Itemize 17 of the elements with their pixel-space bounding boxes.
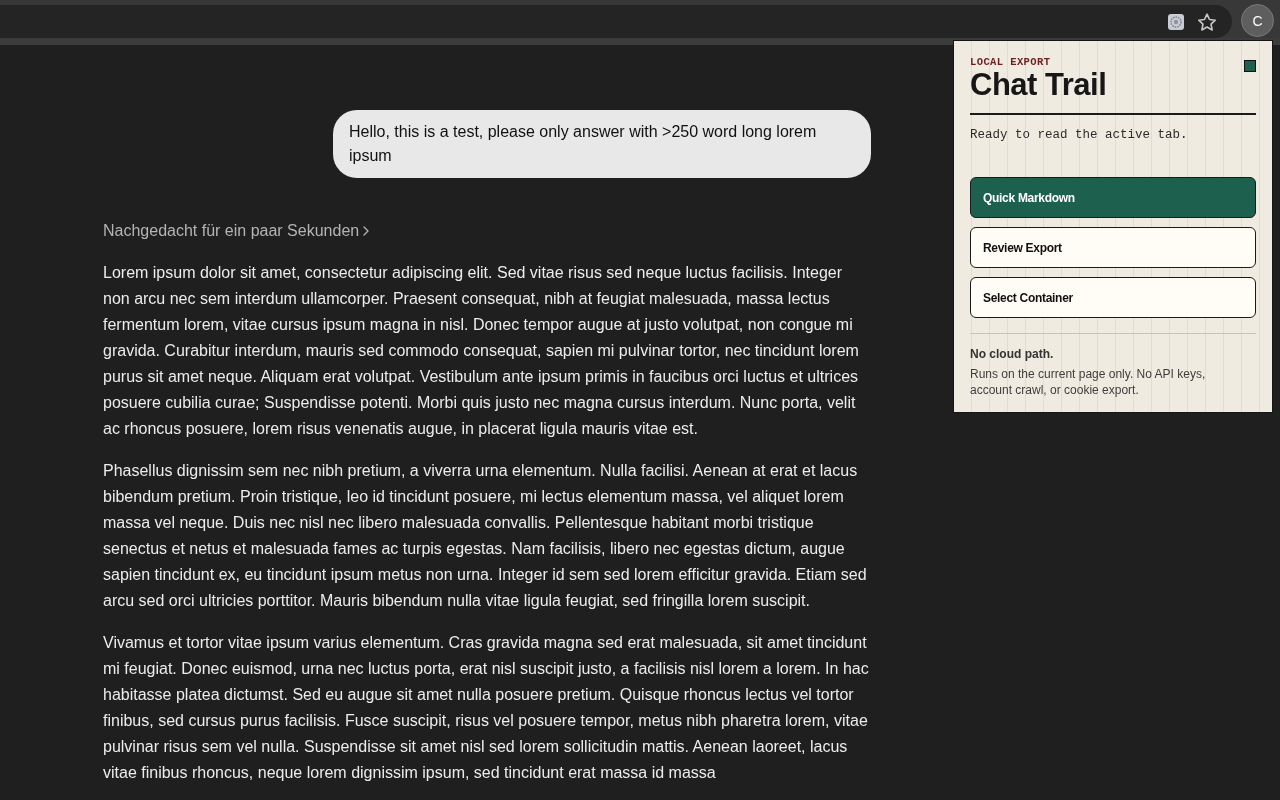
square-icon (1244, 60, 1256, 72)
user-message: Hello, this is a test, please only answer with >250 word long lorem ipsum (333, 110, 871, 178)
chevron-right-icon (363, 226, 370, 236)
answer-paragraph: Phasellus dignissim sem nec nibh pretium, a viverra urna elementum. Nulla facilisi. Aenean at erat et lacus bibendum pretium. Proin tristique, leo id tincidunt posuere, mi lectus elementum massa, vel aliquet lorem massa vel neque. Duis nec nisl nec libero malesuada convallis. Pellentesque habitant morbi tristique senectus et netus et malesuada fames ac turpis egestas. Nam facilisis, libero nec egestas dictum, augue sapien tincidunt ex, eu tincidunt ipsum metus non urna. Integer id sem sed lorem efficitur gravida. Etiam sed arcu sed orci ultricies porttitor. Mauris bibendum nulla vitae ligula feugiat, sed fringilla lorem suscipit. (103, 461, 868, 611)
action-button[interactable]: Quick Markdown (970, 177, 1256, 218)
eyebrow-label: LOCAL EXPORT (970, 55, 1052, 69)
profile-button[interactable]: C (1241, 4, 1274, 37)
note-title: No cloud path. (970, 346, 1055, 362)
status-text: Ready to read the active tab. (970, 127, 1189, 143)
action-button[interactable]: Review Export (970, 227, 1256, 268)
tile-icon[interactable] (1168, 13, 1184, 30)
answer-paragraph: Lorem ipsum dolor sit amet, consectetur adipiscing elit. Sed vitae risus sed neque luctus facilisis. Integer non arcu nec sem interdum ullamcorper. Praesent consequat, nibh at feugiat malesuada, massa lectus fermentum lorem, vitae cursus ipsum magna in nisl. Donec tempor augue at justo volutpat, non congue mi gravida. Curabitur interdum, mauris sed commodo consequat, sapien mi pulvinar tortor, nec tincidunt lorem purus sit amet neque. Aliquam erat volutpat. Vestibulum ante ipsum primis in faucibus orci luctus et ultrices posuere cubilia curae; Suspendisse potenti. Morbi quis justo nec magna cursus interdum. Nunc porta, velit ac rhoncus posuere, lorem risus venenatis augue, in placerat ligula mauris vitae est. (103, 263, 860, 439)
popup-title: Chat Trail (970, 69, 1107, 101)
star-icon[interactable] (1198, 12, 1216, 31)
note-text: Runs on the current page only. No API keys, account crawl, or cookie export. (970, 366, 1207, 398)
action-button[interactable]: Select Container (970, 277, 1256, 318)
answer-paragraph: Vivamus et tortor vitae ipsum varius elementum. Cras gravida magna sed erat malesuada, sit amet tincidunt mi feugiat. Donec euismod, urna nec luctus porta, erat nisl suscipit justo, a facilisis nisl lorem a lorem. In hac habitasse platea dictumst. Sed eu augue sit amet nulla posuere pretium. Quisque rhoncus lectus vel tortor finibus, sed cursus purus facilisis. Fusce suscipit, risus vel posuere tempor, metus nibh pharetra lorem, vitae pulvinar risus sem vel nulla. Suspendisse sit amet nisl sed lorem sollicitudin mattis. Aenean laoreet, lacus vitae finibus rhoncus, neque lorem dignissim ipsum, sed tincidunt erat massa id massa (103, 633, 870, 783)
